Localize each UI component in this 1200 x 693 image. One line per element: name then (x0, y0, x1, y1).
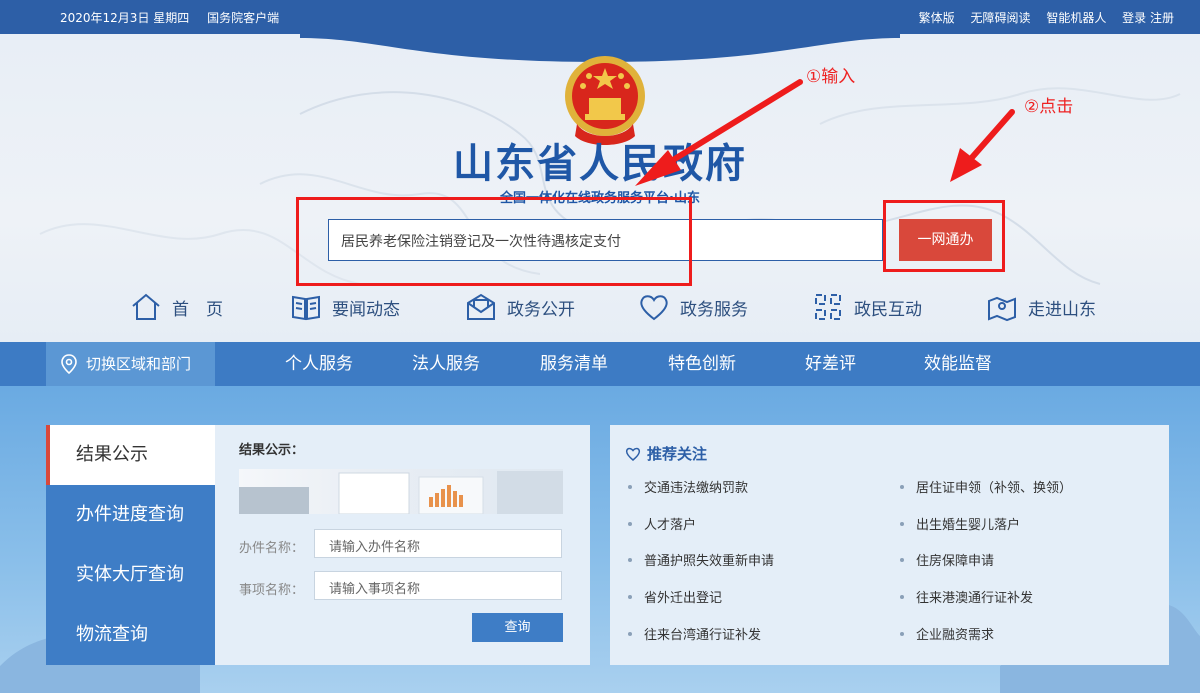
annotation-input-box (296, 197, 692, 286)
menu-supervision[interactable]: 效能监督 (924, 342, 992, 386)
query-button[interactable]: 查询 (472, 613, 563, 642)
nav-news[interactable]: 要闻动态 (290, 289, 400, 325)
rec-label: 人才落户 (644, 518, 697, 533)
client-link[interactable]: 国务院客户端 (207, 11, 279, 25)
location-icon (988, 296, 1016, 322)
switch-region-label: 切换区域和部门 (86, 355, 192, 373)
annotation-step1-label: ①输入 (806, 67, 856, 87)
mail-icon (467, 293, 495, 320)
rec-right-2[interactable]: 出生婚生婴儿落户 (900, 514, 1020, 533)
result-banner-image (239, 469, 563, 514)
menu-innovation[interactable]: 特色创新 (668, 342, 736, 386)
rec-label: 出生婚生婴儿落户 (916, 518, 1021, 533)
bullet-icon (628, 557, 632, 562)
nav-open-gov[interactable]: 政务公开 (465, 289, 575, 325)
menu-personal-services[interactable]: 个人服务 (285, 342, 353, 386)
heart-icon (640, 295, 668, 321)
side-tabs: 结果公示 办件进度查询 实体大厅查询 物流查询 (46, 425, 215, 665)
item-name-label: 办件名称： (239, 541, 305, 556)
switch-region-button[interactable]: 切换区域和部门 (46, 342, 215, 386)
nav-services[interactable]: 政务服务 (638, 289, 748, 325)
date-text: 2020年12月3日 星期四 (60, 11, 190, 25)
menu-legal-services[interactable]: 法人服务 (412, 342, 480, 386)
bullet-icon (900, 631, 904, 636)
rec-left-3[interactable]: 普通护照失效重新申请 (628, 550, 774, 569)
hero-banner: 山东省人民政府 全国一体化在线政务服务平台·山东 居民养老保险注销登记及一次性待… (0, 34, 1200, 342)
annotation-step2-label: ②点击 (1024, 97, 1074, 117)
rec-left-5[interactable]: 往来台湾通行证补发 (628, 624, 761, 643)
bullet-icon (900, 594, 904, 599)
bullet-icon (628, 484, 632, 489)
nav-label: 首 页 (172, 299, 223, 320)
rec-right-3[interactable]: 住房保障申请 (900, 550, 994, 569)
matter-name-label: 事项名称： (239, 583, 305, 598)
bullet-icon (900, 557, 904, 562)
top-bar: 2020年12月3日 星期四 国务院客户端 繁体版 无障碍阅读 智能机器人 登录… (0, 0, 1200, 34)
rec-label: 交通违法缴纳罚款 (644, 481, 749, 496)
menu-service-list[interactable]: 服务清单 (540, 342, 608, 386)
accessibility-link[interactable]: 无障碍阅读 (970, 11, 1030, 25)
interaction-icon (815, 294, 841, 320)
menu-evaluation[interactable]: 好差评 (805, 342, 856, 386)
annotation-button-box (883, 200, 1005, 272)
matter-name-input[interactable]: 请输入事项名称 (314, 571, 562, 600)
bullet-icon (900, 521, 904, 526)
location-pin-icon (61, 354, 77, 374)
nav-home[interactable]: 首 页 (130, 289, 223, 325)
heart-outline-icon (625, 447, 641, 461)
rec-label: 居住证申领（补领、换领） (916, 481, 1073, 496)
nav-about-shandong[interactable]: 走进山东 (986, 289, 1096, 325)
item-name-input[interactable]: 请输入办件名称 (314, 529, 562, 558)
rec-label: 企业融资需求 (916, 628, 995, 643)
login-register-link[interactable]: 登录 注册 (1122, 11, 1174, 25)
book-icon (292, 295, 320, 321)
rec-label: 往来台湾通行证补发 (644, 628, 762, 643)
rec-left-4[interactable]: 省外迁出登记 (628, 587, 722, 606)
rec-label: 普通护照失效重新申请 (644, 554, 775, 569)
rec-left-1[interactable]: 交通违法缴纳罚款 (628, 477, 748, 496)
top-bar-left: 2020年12月3日 星期四 国务院客户端 (60, 9, 293, 26)
nav-interaction[interactable]: 政民互动 (812, 289, 922, 325)
home-icon (132, 293, 160, 320)
nav-label: 走进山东 (1028, 299, 1096, 320)
rec-right-5[interactable]: 企业融资需求 (900, 624, 994, 643)
result-panel: 结果公示： 办件名称： 请输入办件名称 事项名称： 请输入事项名称 查询 (215, 425, 590, 665)
recommend-title: 推荐关注 (625, 443, 707, 464)
nav-label: 要闻动态 (332, 299, 400, 320)
main-menu-bar: 切换区域和部门 个人服务 法人服务 服务清单 特色创新 好差评 效能监督 (0, 342, 1200, 386)
office-photo-icon (239, 471, 563, 514)
tab-hall-query[interactable]: 实体大厅查询 (46, 545, 215, 605)
traditional-chinese-link[interactable]: 繁体版 (919, 11, 955, 25)
tab-progress-query[interactable]: 办件进度查询 (46, 485, 215, 545)
rec-left-2[interactable]: 人才落户 (628, 514, 696, 533)
rec-label: 省外迁出登记 (644, 591, 723, 606)
robot-link[interactable]: 智能机器人 (1046, 11, 1106, 25)
rec-label: 往来港澳通行证补发 (916, 591, 1034, 606)
nav-label: 政民互动 (854, 299, 922, 320)
rec-right-4[interactable]: 往来港澳通行证补发 (900, 587, 1033, 606)
recommend-panel: 推荐关注 交通违法缴纳罚款 人才落户 普通护照失效重新申请 省外迁出登记 往来台… (610, 425, 1169, 665)
result-panel-title: 结果公示： (239, 443, 305, 458)
recommend-title-text: 推荐关注 (647, 445, 708, 463)
bullet-icon (628, 521, 632, 526)
tab-logistics-query[interactable]: 物流查询 (46, 605, 215, 665)
rec-right-1[interactable]: 居住证申领（补领、换领） (900, 477, 1072, 496)
top-bar-links: 繁体版 无障碍阅读 智能机器人 登录 注册 (907, 9, 1174, 26)
tab-result-announcement[interactable]: 结果公示 (46, 425, 215, 485)
site-title: 山东省人民政府 (453, 140, 747, 187)
bullet-icon (900, 484, 904, 489)
bullet-icon (628, 631, 632, 636)
rec-label: 住房保障申请 (916, 554, 995, 569)
bullet-icon (628, 594, 632, 599)
nav-label: 政务服务 (680, 299, 748, 320)
nav-label: 政务公开 (507, 299, 575, 320)
